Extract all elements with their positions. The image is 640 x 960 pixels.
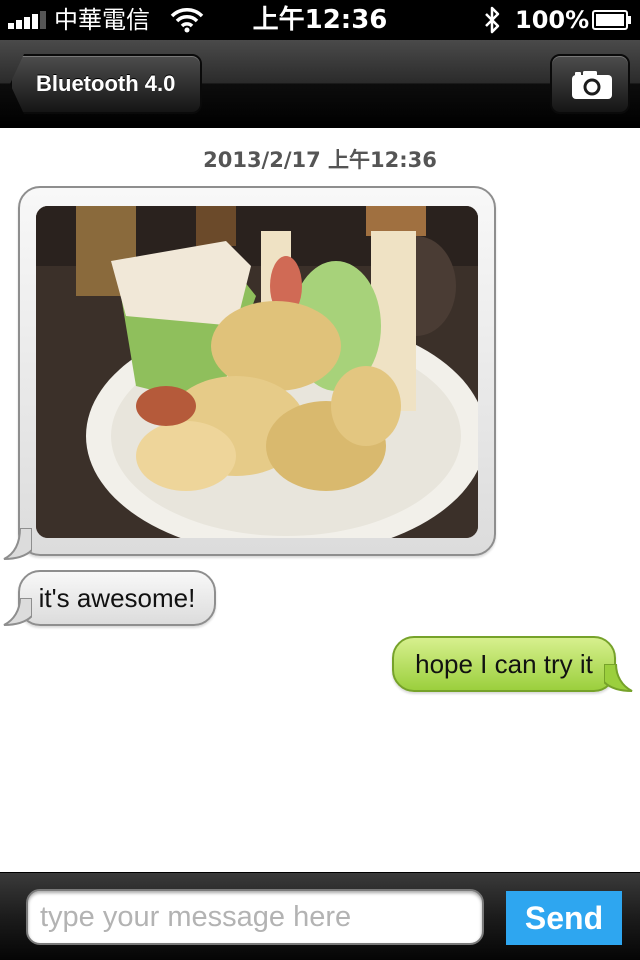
sandwich-photo-image xyxy=(36,206,478,538)
incoming-message-bubble[interactable]: it's awesome! xyxy=(18,570,216,626)
incoming-bubble-tail xyxy=(3,598,32,626)
battery-percent: 100% xyxy=(515,6,590,34)
incoming-bubble-tail xyxy=(3,528,32,560)
navigation-bar: Bluetooth 4.0 xyxy=(0,40,640,128)
bluetooth-icon xyxy=(485,6,500,34)
incoming-photo-bubble[interactable] xyxy=(18,186,496,556)
outgoing-bubble-tail xyxy=(604,664,633,692)
incoming-message-text: it's awesome! xyxy=(38,583,196,613)
message-input-bar: Send xyxy=(0,872,640,960)
back-button-label: Bluetooth 4.0 xyxy=(36,71,176,96)
message-timestamp: 2013/2/17 上午12:36 xyxy=(203,148,437,172)
message-input[interactable] xyxy=(26,889,484,945)
battery-full-icon xyxy=(592,10,631,30)
camera-button[interactable] xyxy=(550,54,630,114)
send-button[interactable]: Send xyxy=(506,891,622,945)
camera-icon xyxy=(572,71,612,99)
shared-photo[interactable] xyxy=(36,206,478,538)
outgoing-message-bubble[interactable]: hope I can try it xyxy=(392,636,616,692)
chat-area[interactable]: 2013/2/17 上午12:36 it's awesome! hope I c… xyxy=(0,128,640,872)
back-button[interactable]: Bluetooth 4.0 xyxy=(10,54,202,114)
outgoing-message-text: hope I can try it xyxy=(415,649,593,679)
status-bar: 中華電信 上午12:36 100% xyxy=(0,0,640,40)
